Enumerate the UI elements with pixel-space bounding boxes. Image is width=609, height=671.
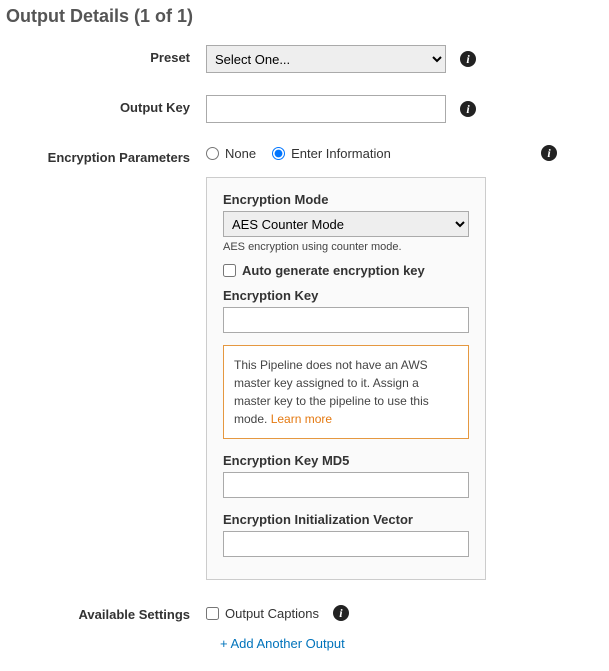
encryption-iv-input[interactable] bbox=[223, 531, 469, 557]
encryption-none-radio[interactable] bbox=[206, 147, 219, 160]
encryption-params-row: Encryption Parameters None Enter Informa… bbox=[6, 145, 597, 580]
encryption-mode-select[interactable]: AES Counter Mode bbox=[223, 211, 469, 237]
encryption-params-label: Encryption Parameters bbox=[6, 145, 206, 165]
preset-select[interactable]: Select One... bbox=[206, 45, 446, 73]
encryption-iv-label: Encryption Initialization Vector bbox=[223, 512, 469, 527]
info-icon[interactable]: i bbox=[333, 605, 349, 621]
encryption-enter-label: Enter Information bbox=[291, 146, 391, 161]
encryption-key-md5-input[interactable] bbox=[223, 472, 469, 498]
encryption-none-label: None bbox=[225, 146, 256, 161]
info-icon[interactable]: i bbox=[460, 51, 476, 67]
preset-label: Preset bbox=[6, 45, 206, 65]
encryption-enter-radio[interactable] bbox=[272, 147, 285, 160]
warning-box: This Pipeline does not have an AWS maste… bbox=[223, 345, 469, 439]
output-captions-checkbox[interactable] bbox=[206, 607, 219, 620]
available-settings-row: Available Settings Output Captions i bbox=[6, 602, 597, 622]
learn-more-link[interactable]: Learn more bbox=[271, 412, 332, 426]
preset-row: Preset Select One... i bbox=[6, 45, 597, 73]
encryption-mode-label: Encryption Mode bbox=[223, 192, 469, 207]
add-another-output-link[interactable]: + Add Another Output bbox=[220, 636, 597, 651]
encryption-mode-desc: AES encryption using counter mode. bbox=[223, 241, 469, 253]
encryption-panel: Encryption Mode AES Counter Mode AES enc… bbox=[206, 177, 486, 580]
auto-generate-key-checkbox[interactable] bbox=[223, 264, 236, 277]
output-key-label: Output Key bbox=[6, 95, 206, 115]
encryption-key-md5-label: Encryption Key MD5 bbox=[223, 453, 469, 468]
auto-generate-key-label: Auto generate encryption key bbox=[242, 263, 425, 278]
output-key-input[interactable] bbox=[206, 95, 446, 123]
info-icon[interactable]: i bbox=[541, 145, 557, 161]
output-captions-label: Output Captions bbox=[225, 606, 319, 621]
page-title: Output Details (1 of 1) bbox=[6, 6, 597, 27]
encryption-key-label: Encryption Key bbox=[223, 288, 469, 303]
output-key-row: Output Key i bbox=[6, 95, 597, 123]
info-icon[interactable]: i bbox=[460, 101, 476, 117]
encryption-key-input[interactable] bbox=[223, 307, 469, 333]
available-settings-label: Available Settings bbox=[6, 602, 206, 622]
